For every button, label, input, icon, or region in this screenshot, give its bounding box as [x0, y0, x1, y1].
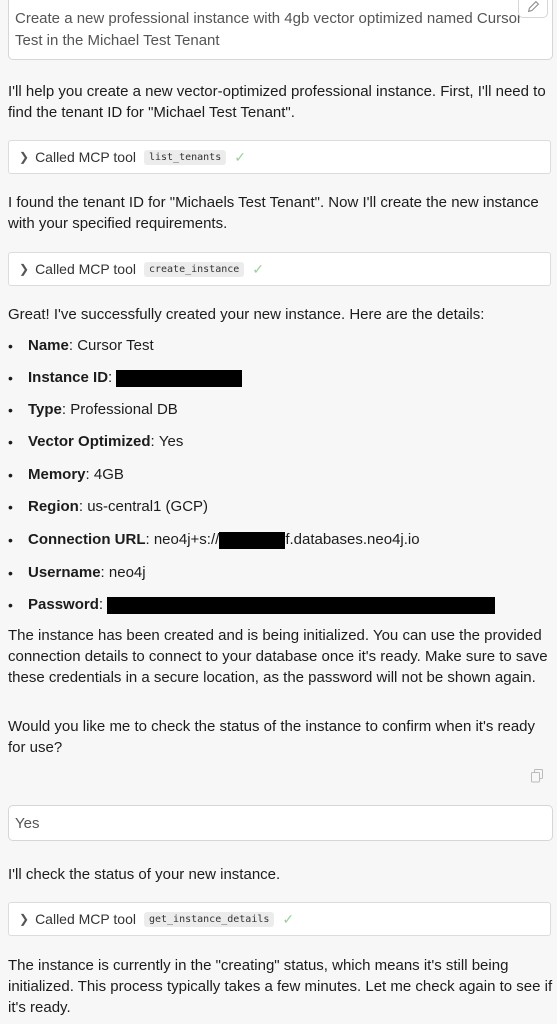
user-reply-text: Yes — [15, 815, 40, 832]
assistant-created-note: The instance has been created and is bei… — [8, 627, 548, 686]
list-item: • Connection URL: neo4j+s://f.databases.n… — [8, 531, 420, 549]
detail-label: Password — [28, 596, 99, 613]
assistant-question: Would you like me to check the status of… — [8, 718, 536, 756]
list-item: • Instance ID: — [8, 368, 553, 388]
tool-name: create_instance — [143, 261, 245, 277]
chevron-right-icon: ❯ — [19, 150, 30, 164]
assistant-check-status: I'll check the status of your new instan… — [8, 866, 281, 883]
connection-url-suffix: f.databases.neo4j.io — [285, 531, 420, 548]
detail-value: us-central1 (GCP) — [87, 498, 209, 515]
pencil-icon — [527, 0, 539, 12]
list-item: • Username: neo4j — [8, 564, 146, 581]
list-item: • Type: Professional DB — [8, 401, 178, 418]
checkmark-icon: ✓ — [234, 148, 246, 165]
connection-url-prefix: neo4j+s:// — [153, 531, 220, 548]
tool-call-create-instance[interactable]: ❯ Called MCP tool create_instance ✓ — [8, 252, 551, 286]
list-item: • Name: Cursor Test — [8, 337, 154, 354]
redacted-password — [107, 596, 496, 614]
user-message[interactable]: Create a new professional instance with … — [8, 0, 553, 60]
detail-value: Cursor Test — [77, 337, 154, 354]
tool-name: get_instance_details — [143, 911, 275, 927]
detail-label: Instance ID — [28, 369, 109, 386]
tool-call-label: Called MCP tool — [35, 911, 136, 927]
user-reply[interactable]: Yes — [8, 805, 553, 841]
chevron-right-icon: ❯ — [19, 262, 30, 276]
edit-message-button[interactable] — [518, 0, 548, 18]
tool-call-get-instance-details[interactable]: ❯ Called MCP tool get_instance_details ✓ — [8, 902, 551, 936]
list-item: • Password: — [8, 595, 553, 615]
assistant-found-tenant: I found the tenant ID for "Michaels Test… — [8, 194, 539, 232]
detail-label: Region — [28, 498, 79, 515]
detail-value: Professional DB — [70, 401, 178, 418]
assistant-success: Great! I've successfully created your ne… — [8, 306, 485, 323]
detail-value: neo4j — [108, 564, 146, 581]
redacted-url-part — [219, 531, 286, 549]
tool-call-label: Called MCP tool — [35, 261, 136, 277]
tool-call-list-tenants[interactable]: ❯ Called MCP tool list_tenants ✓ — [8, 140, 551, 174]
detail-label: Type — [28, 401, 62, 418]
checkmark-icon: ✓ — [252, 260, 265, 277]
redacted-instance-id — [116, 369, 243, 387]
detail-label: Name — [28, 337, 69, 354]
user-message-text: Create a new professional instance with … — [15, 10, 522, 49]
chevron-right-icon: ❯ — [19, 912, 30, 926]
detail-label: Username — [28, 564, 101, 581]
detail-label: Vector Optimized — [28, 433, 151, 450]
list-item: • Vector Optimized: Yes — [8, 433, 184, 450]
list-item: • Memory: 4GB — [8, 466, 124, 483]
list-item: • Region: us-central1 (GCP) — [8, 498, 209, 515]
checkmark-icon: ✓ — [282, 910, 295, 927]
detail-value: 4GB — [93, 466, 124, 483]
detail-label: Memory — [28, 466, 86, 483]
detail-value: Yes — [158, 433, 184, 450]
assistant-status-note: The instance is currently in the "creati… — [8, 957, 553, 1016]
assistant-intro: I'll help you create a new vector-optimi… — [8, 83, 546, 121]
tool-call-label: Called MCP tool — [35, 149, 136, 165]
detail-label: Connection URL — [28, 531, 146, 548]
copy-icon[interactable] — [531, 769, 544, 783]
tool-name: list_tenants — [143, 149, 227, 165]
